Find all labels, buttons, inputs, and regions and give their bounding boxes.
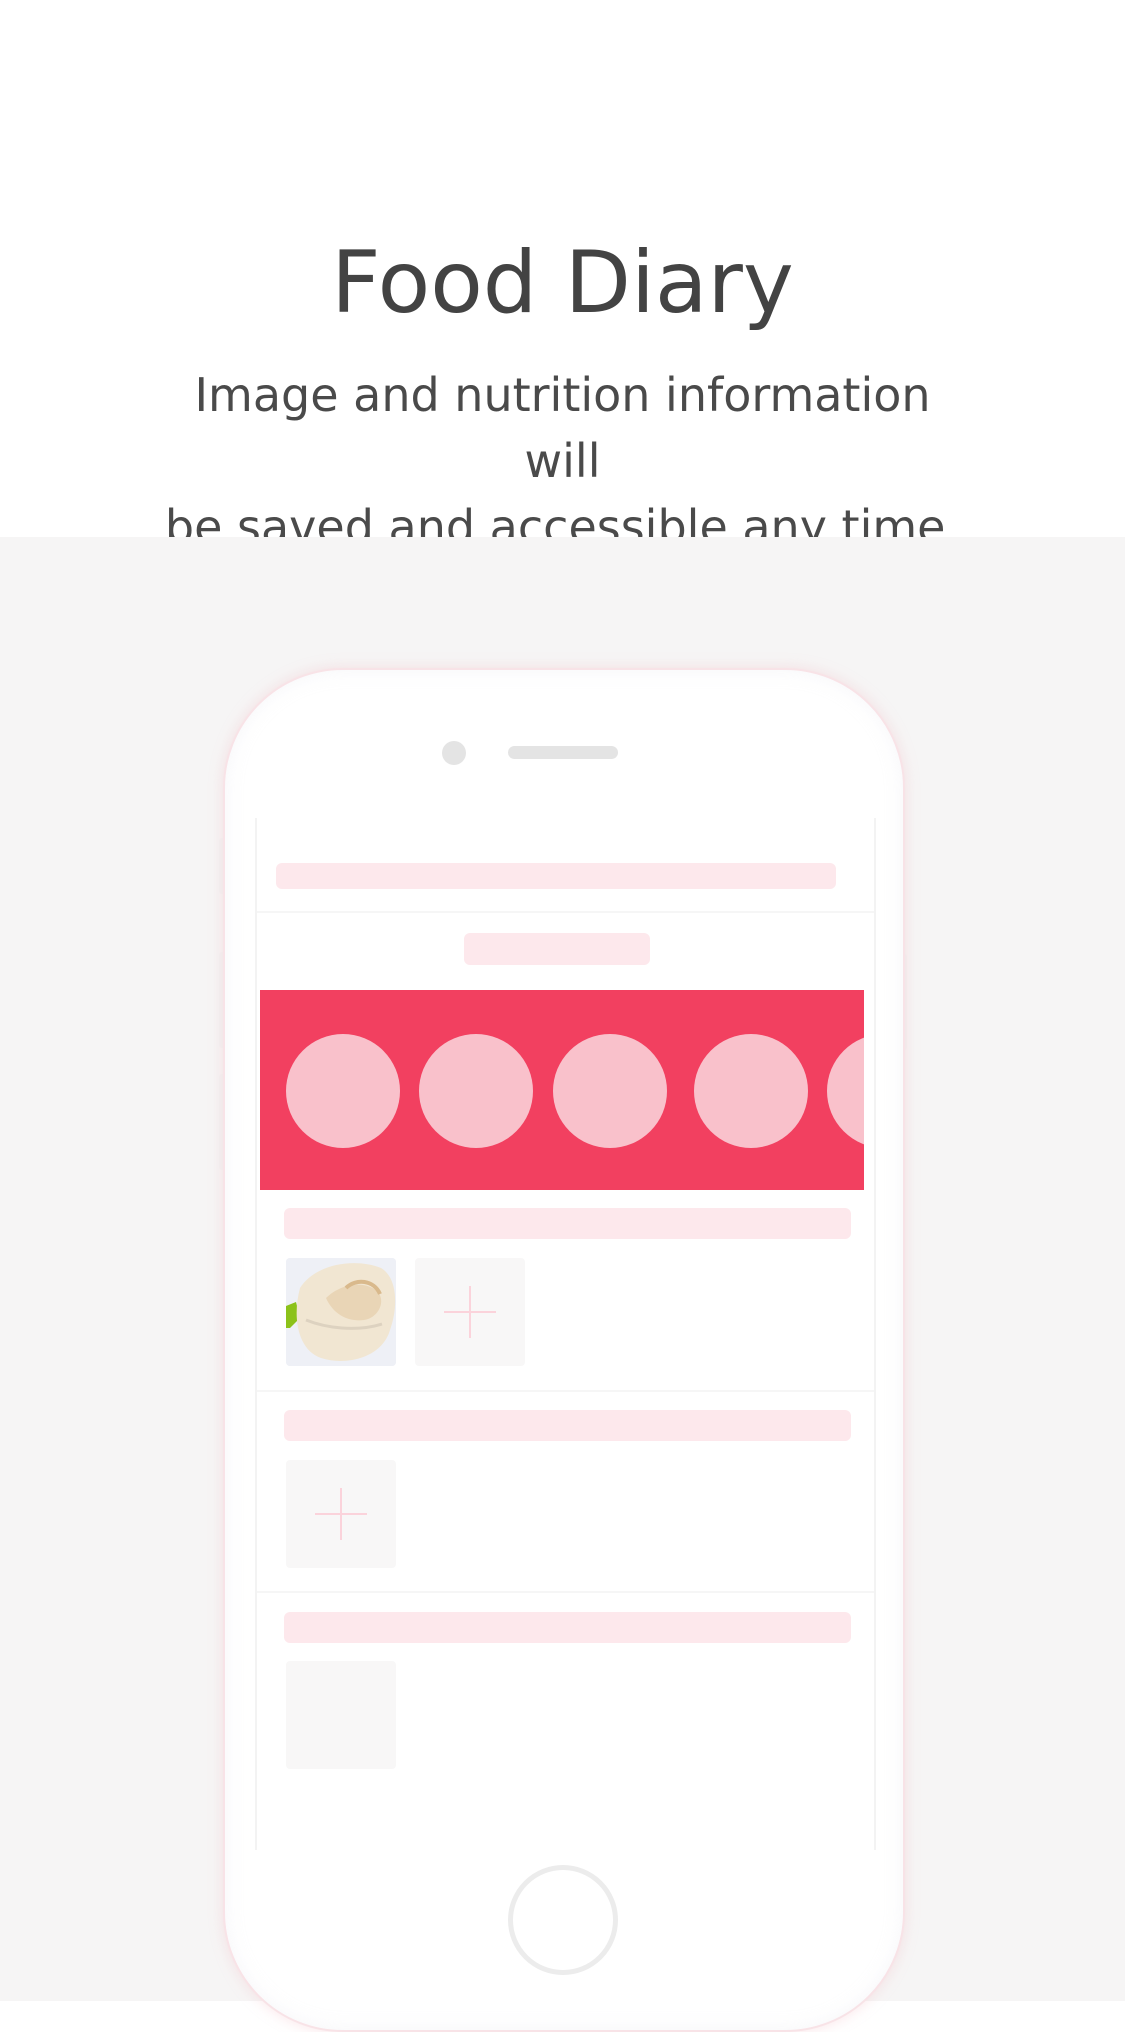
meal-section-heading-placeholder	[284, 1410, 851, 1441]
subtitle-line-1: Image and nutrition information will	[194, 368, 931, 488]
meal-category-banner	[260, 990, 864, 1190]
page-subtitle: Image and nutrition information will be …	[150, 362, 975, 560]
empty-photo-tile	[286, 1661, 396, 1769]
meal-category-circle[interactable]	[286, 1034, 400, 1148]
camera-icon	[442, 741, 466, 765]
phone-screen	[255, 818, 876, 1850]
nav-title-placeholder	[276, 863, 836, 889]
home-button-icon	[508, 1865, 618, 1975]
add-photo-button[interactable]	[286, 1460, 396, 1568]
section-divider	[257, 1591, 874, 1593]
meal-category-circle[interactable]	[827, 1034, 864, 1148]
meal-section-heading-placeholder	[284, 1612, 851, 1643]
page-title: Food Diary	[331, 233, 794, 333]
add-photo-button[interactable]	[415, 1258, 525, 1366]
header-section: Food Diary Image and nutrition informati…	[0, 0, 1125, 554]
food-photo-image	[286, 1258, 396, 1366]
meal-category-circle[interactable]	[419, 1034, 533, 1148]
speaker-icon	[508, 746, 618, 759]
food-photo-thumbnail[interactable]	[286, 1258, 396, 1366]
meal-category-circle[interactable]	[553, 1034, 667, 1148]
date-placeholder[interactable]	[464, 933, 650, 965]
meal-category-circle[interactable]	[694, 1034, 808, 1148]
nav-divider	[257, 911, 874, 913]
meal-section-heading-placeholder	[284, 1208, 851, 1239]
section-divider	[257, 1390, 874, 1392]
